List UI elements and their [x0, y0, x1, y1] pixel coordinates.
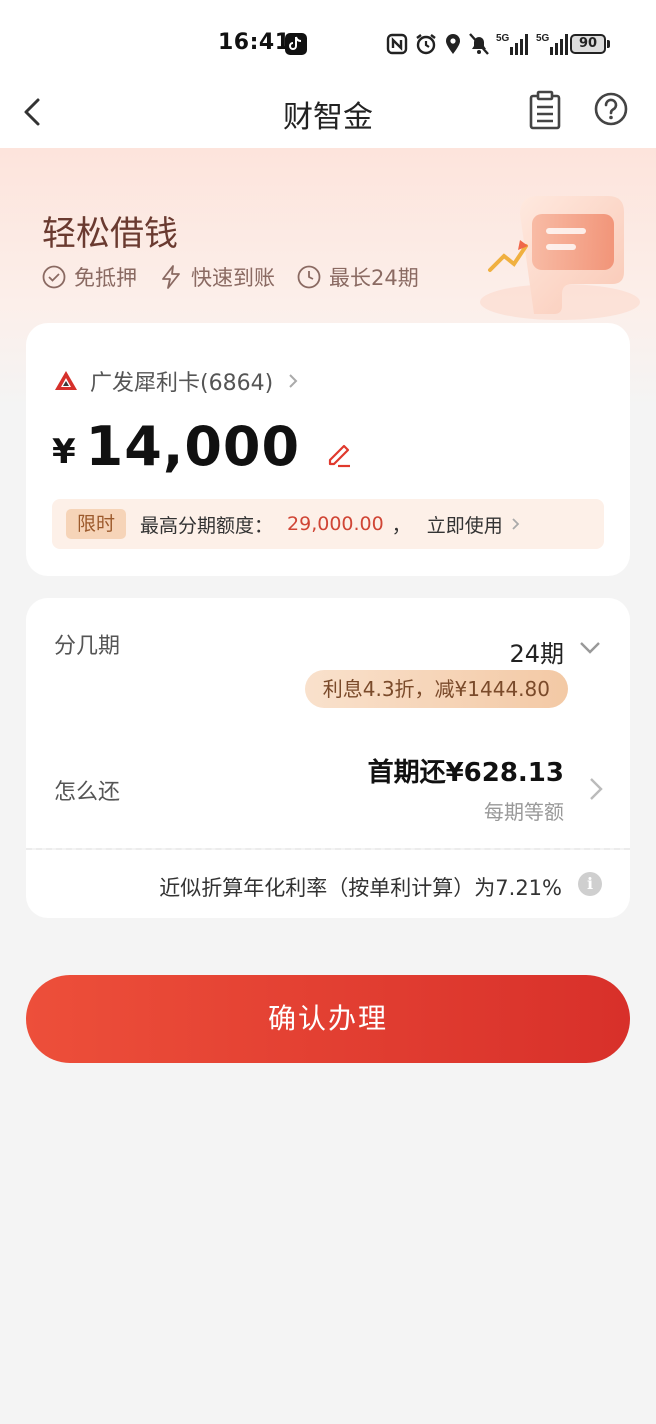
first-repayment-amount[interactable]: 首期还¥628.13 — [368, 752, 564, 789]
promo-tag: 限时 — [66, 509, 126, 539]
currency-symbol: ¥ — [52, 431, 76, 472]
feature-fast-arrival: 快速到账 — [159, 262, 275, 292]
confirm-button[interactable]: 确认办理 — [26, 975, 630, 1063]
status-bar: 16:41 5G 5G 90 — [0, 0, 656, 76]
tiktok-icon — [285, 33, 307, 55]
feature-max-term: 最长24期 — [297, 262, 419, 292]
svg-text:5G: 5G — [536, 33, 550, 44]
interest-discount-badge: 利息4.3折，减¥1444.80 — [304, 670, 568, 708]
promo-limit-value: 29,000.00 — [287, 513, 384, 535]
repay-label: 怎么还 — [54, 780, 121, 805]
chevron-right-icon — [289, 374, 298, 388]
loan-amount[interactable]: 14,000 — [86, 415, 300, 478]
bank-card-selector[interactable]: 广发犀利卡(6864) — [54, 365, 299, 397]
svg-text:5G: 5G — [496, 33, 510, 44]
feature-no-collateral: 免抵押 — [42, 262, 137, 292]
promo-separator: ， — [391, 514, 411, 537]
nfc-icon — [386, 33, 408, 55]
bill-illustration-icon — [480, 196, 640, 320]
back-button[interactable] — [18, 94, 48, 130]
battery-tip — [607, 40, 610, 48]
promo-bar[interactable]: 限时 最高分期额度： 29,000.00 ， 立即使用 — [52, 499, 604, 549]
location-icon — [446, 34, 460, 54]
nav-bar: 财智金 — [0, 76, 656, 148]
chevron-right-icon — [512, 518, 520, 530]
rate-card: 近似折算年化利率（按单利计算）为7.21% i — [26, 850, 630, 918]
lightning-icon — [162, 265, 180, 289]
loan-card: 广发犀利卡(6864) ¥ 14,000 限时 最高分期额度： 29,000.0… — [26, 323, 630, 576]
feature-label: 快速到账 — [191, 266, 275, 290]
chevron-down-icon[interactable] — [578, 640, 602, 656]
bank-name: 广发犀利卡(6864) — [90, 371, 274, 396]
feature-label: 最长24期 — [329, 266, 419, 290]
chevron-right-icon[interactable] — [588, 776, 604, 802]
installment-label: 分几期 — [54, 634, 121, 659]
installment-card: 分几期 24期 利息4.3折，减¥1444.80 怎么还 首期还¥628.13 … — [26, 598, 630, 848]
clock-icon — [297, 265, 321, 289]
feature-label: 免抵押 — [74, 266, 137, 290]
promo-use-now-link[interactable]: 立即使用 — [427, 511, 503, 538]
status-time: 16:41 — [218, 30, 291, 55]
mute-icon — [469, 33, 489, 55]
battery-indicator: 90 — [570, 34, 606, 54]
document-icon — [529, 90, 561, 130]
signal-5g-icon: 5G — [496, 33, 528, 55]
help-button[interactable] — [594, 92, 628, 126]
installment-select[interactable]: 24期 — [509, 634, 564, 669]
hero-features: 免抵押 快速到账 最长24期 — [42, 262, 441, 292]
alarm-icon — [416, 34, 436, 55]
info-icon[interactable]: i — [578, 872, 602, 896]
back-icon — [24, 98, 40, 126]
edit-icon[interactable] — [324, 438, 354, 468]
amount-row: ¥ 14,000 — [52, 415, 354, 478]
status-icons: 5G 5G — [386, 30, 570, 58]
promo-text: 最高分期额度： — [140, 514, 274, 537]
signal-5g-icon: 5G — [536, 33, 568, 55]
check-circle-icon — [42, 265, 66, 289]
help-icon — [594, 92, 628, 126]
annual-rate-text: 近似折算年化利率（按单利计算）为7.21% — [159, 876, 562, 900]
records-button[interactable] — [528, 90, 562, 130]
hero-title: 轻松借钱 — [42, 214, 178, 254]
bank-logo-icon — [55, 371, 77, 390]
repayment-method: 每期等额 — [484, 800, 564, 824]
